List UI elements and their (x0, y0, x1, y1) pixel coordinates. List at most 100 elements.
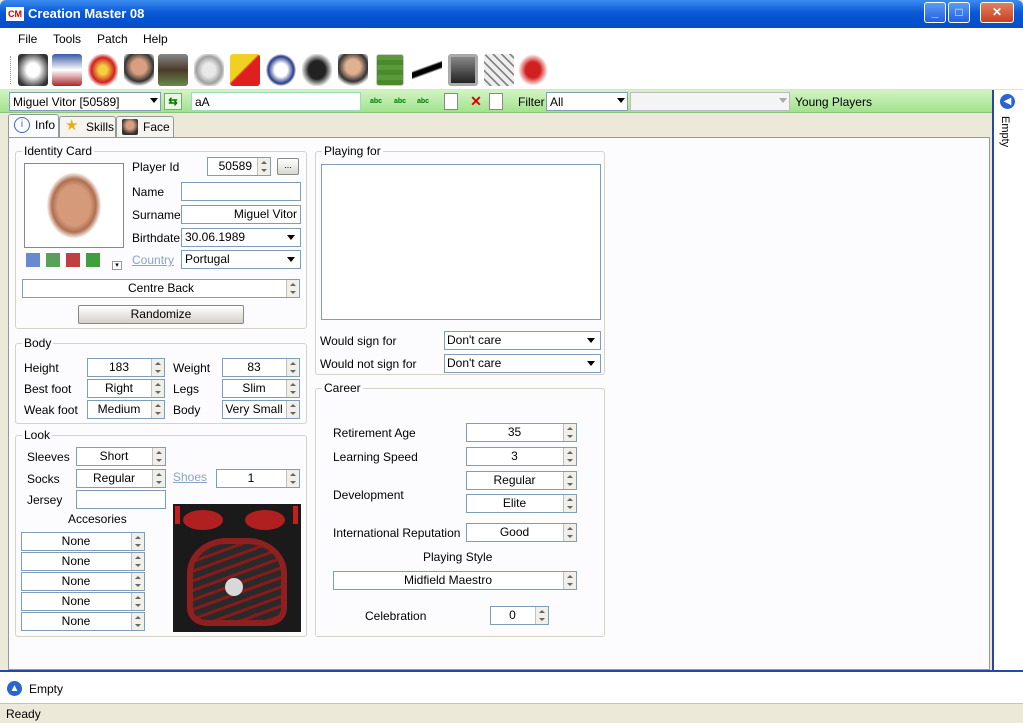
tab-skills[interactable]: ★ Skills (59, 116, 116, 137)
randomize-button[interactable]: Randomize (78, 305, 244, 324)
position-field[interactable]: Centre Back (22, 279, 300, 298)
weight-field[interactable]: 83 (222, 358, 300, 377)
surname-field[interactable]: Miguel Vitor (181, 205, 301, 224)
body-type-field[interactable]: Very Small (222, 400, 300, 419)
gloves-icon[interactable] (518, 54, 548, 86)
young-players-label[interactable]: Young Players (795, 95, 872, 109)
pitch-icon[interactable] (376, 54, 404, 86)
body-type-label: Body (173, 403, 201, 417)
chevron-down-icon (287, 257, 295, 262)
would-not-sign-select[interactable]: Don't care (444, 354, 601, 373)
apply-photo-icon[interactable] (86, 253, 100, 267)
country-select[interactable]: Portugal (181, 250, 301, 269)
legs-field[interactable]: Slim (222, 379, 300, 398)
spellcheck-all-icon[interactable]: abc (414, 93, 432, 110)
newspaper-icon[interactable] (484, 54, 514, 86)
player-icon[interactable] (124, 54, 154, 86)
chevron-down-icon (617, 98, 625, 103)
accessory-field-5[interactable]: None (21, 612, 145, 631)
accessory-field-3[interactable]: None (21, 572, 145, 591)
expand-left-icon[interactable]: ◀ (1000, 94, 1015, 109)
minimize-button[interactable]: _ (924, 2, 946, 23)
name-field[interactable] (181, 182, 301, 201)
app-logo-icon: CM (6, 7, 24, 21)
career-title: Career (322, 381, 363, 395)
more-options-icon[interactable]: ▾ (112, 261, 122, 270)
body-panel: Body Height 183 Weight 83 Best foot Righ… (15, 336, 307, 424)
development-field-2[interactable]: Elite (466, 494, 577, 513)
playing-for-list[interactable] (321, 164, 601, 320)
info-icon: i (14, 117, 30, 133)
name-label: Name (132, 185, 165, 199)
chevron-down-icon (150, 98, 158, 103)
trophy-icon[interactable] (194, 54, 224, 86)
spellcheck-alt-icon[interactable]: abc (391, 93, 409, 110)
filter-select[interactable]: All (546, 92, 628, 111)
menu-tools[interactable]: Tools (53, 32, 81, 46)
playing-style-label: Playing Style (423, 550, 493, 564)
sleeves-field[interactable]: Short (76, 447, 166, 466)
search-input[interactable]: aA (191, 92, 361, 111)
export-photo-icon[interactable] (46, 253, 60, 267)
weak-foot-label: Weak foot (24, 403, 78, 417)
would-sign-select[interactable]: Don't care (444, 331, 601, 350)
career-panel: Career Retirement Age 35 Learning Speed … (315, 381, 605, 637)
country-link[interactable]: Country (132, 253, 174, 267)
retirement-age-field[interactable]: 35 (466, 423, 577, 442)
boots-icon[interactable] (302, 54, 332, 86)
international-reputation-field[interactable]: Good (466, 523, 577, 542)
maximize-button[interactable]: □ (948, 2, 970, 23)
weak-foot-field[interactable]: Medium (87, 400, 165, 419)
copy-icon[interactable] (489, 93, 503, 110)
height-field[interactable]: 183 (87, 358, 165, 377)
accessory-field-1[interactable]: None (21, 532, 145, 551)
player-id-field[interactable]: 50589 (207, 157, 271, 176)
menu-help[interactable]: Help (143, 32, 168, 46)
jersey-field[interactable] (76, 490, 166, 509)
ball-icon[interactable] (266, 54, 296, 86)
new-icon[interactable] (444, 93, 458, 110)
socks-field[interactable]: Regular (76, 469, 166, 488)
filter-value-select[interactable] (630, 92, 790, 111)
side-panel-collapsed[interactable]: ◀ Empty (992, 90, 1023, 670)
tv-icon[interactable] (448, 54, 478, 86)
expand-up-icon[interactable]: ▲ (7, 681, 22, 696)
best-foot-field[interactable]: Right (87, 379, 165, 398)
accessory-field-2[interactable]: None (21, 552, 145, 571)
bottom-panel-collapsed[interactable]: ▲ Empty (0, 670, 1023, 703)
club-crest-icon[interactable] (88, 54, 118, 86)
world-map-icon[interactable] (18, 54, 48, 86)
menu-patch[interactable]: Patch (97, 32, 128, 46)
stadium-icon[interactable] (158, 54, 188, 86)
tab-face[interactable]: Face (116, 116, 174, 137)
delete-photo-icon[interactable] (66, 253, 80, 267)
development-field-1[interactable]: Regular (466, 471, 577, 490)
delete-icon[interactable]: ✕ (467, 93, 485, 110)
birthdate-picker[interactable]: 30.06.1989 (181, 228, 301, 247)
close-button[interactable]: ✕ (980, 2, 1014, 23)
side-panel-label: Empty (999, 116, 1011, 148)
tab-info[interactable]: i Info (8, 114, 59, 138)
player-select[interactable]: Miguel Vitor [50589] (9, 92, 161, 111)
browse-id-button[interactable]: ... (277, 158, 299, 175)
league-emblem-icon[interactable] (52, 54, 82, 86)
shoes-field[interactable]: 1 (216, 469, 300, 488)
identity-card-title: Identity Card (22, 144, 95, 158)
celebration-field[interactable]: 0 (490, 606, 549, 625)
bottom-panel-label: Empty (29, 682, 64, 696)
selector-bar: Miguel Vitor [50589] ⇆ aA abc abc abc ✕ … (0, 90, 992, 113)
player-photo (24, 163, 124, 248)
chevron-down-icon (287, 235, 295, 240)
shoes-link[interactable]: Shoes (173, 470, 207, 484)
refresh-icon[interactable]: ⇆ (164, 93, 182, 110)
accessory-field-4[interactable]: None (21, 592, 145, 611)
playing-style-field[interactable]: Midfield Maestro (333, 571, 577, 590)
brand-icon[interactable] (412, 54, 442, 86)
spellcheck-icon[interactable]: abc (367, 93, 385, 110)
learning-speed-field[interactable]: 3 (466, 447, 577, 466)
coach-icon[interactable] (338, 54, 368, 86)
look-panel: Look Sleeves Short Socks Regular Shoes 1… (15, 428, 307, 637)
red-card-icon[interactable] (230, 54, 260, 86)
menu-file[interactable]: File (18, 32, 37, 46)
import-photo-icon[interactable] (26, 253, 40, 267)
